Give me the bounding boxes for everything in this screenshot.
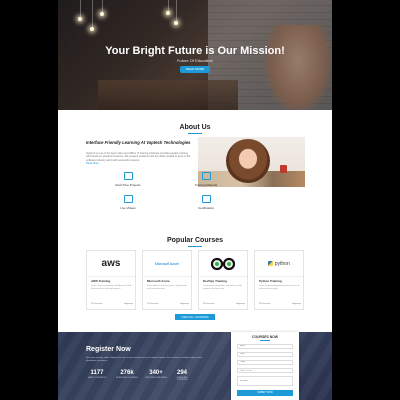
feature-projects: Real Time Projects (108, 172, 148, 187)
feature-certification: Certification (186, 195, 226, 210)
stat-graduates: 294 GRADUATE STUDENTS (176, 370, 188, 381)
about-heading: Interface Friendly Learning At Vaptech T… (86, 140, 191, 145)
courses-title: Popular Courses (166, 237, 223, 244)
book-icon (201, 172, 211, 180)
feature-material: Training Material (186, 172, 226, 187)
title-underline (188, 246, 202, 247)
video-icon (123, 195, 133, 203)
lamp-icon (166, 11, 170, 15)
lamp-icon (78, 17, 82, 21)
course-card-aws[interactable]: aws AWS Training Learn cloud computing w… (86, 250, 136, 310)
about-text: Vaptech is one of the best online and of… (86, 152, 191, 162)
course-card-python[interactable]: python Python Training Learn Python prog… (254, 250, 304, 310)
register-title: Register Now (86, 346, 131, 353)
lamp-icon (100, 12, 104, 16)
aws-logo: aws (87, 251, 135, 277)
projects-icon (123, 172, 133, 180)
hero-subtitle: Future Of Education (177, 58, 213, 63)
about-title: About Us (179, 124, 211, 131)
about-read-more-link[interactable]: Read More (86, 162, 99, 165)
course-card-azure[interactable]: Microsoft Azure Microsoft Azure Master A… (142, 250, 192, 310)
certificate-icon (201, 195, 211, 203)
message-field[interactable] (237, 376, 293, 386)
name-field[interactable] (237, 344, 293, 349)
page: Your Bright Future is Our Mission! Futur… (58, 0, 332, 400)
lamp-icon (90, 27, 94, 31)
lamp-icon (174, 21, 178, 25)
form-title: COURSES NOW (252, 335, 278, 339)
hero-title: Your Bright Future is Our Mission! (105, 45, 285, 57)
stat-students: 1177 HAPPY STUDENTS (87, 370, 107, 379)
submit-button[interactable]: SUBMIT NOW (237, 390, 293, 396)
course-select[interactable]: Select Course (237, 368, 293, 373)
stat-courses: 276k APPROVED COURSES (116, 370, 138, 379)
read-more-button[interactable]: READ MORE (180, 66, 210, 73)
register-text: Start your journey today. Register for o… (86, 357, 202, 362)
phone-field[interactable] (237, 360, 293, 365)
view-all-courses-button[interactable]: VIEW ALL COURSES (175, 314, 215, 320)
register-form: COURSES NOW Select Course SUBMIT NOW (231, 332, 299, 400)
email-field[interactable] (237, 352, 293, 357)
azure-logo: Microsoft Azure (143, 251, 191, 277)
hero-banner: Your Bright Future is Our Mission! Futur… (58, 0, 332, 110)
feature-videos: Live Videos (108, 195, 148, 210)
stat-teachers: 340+ CERTIFIED TEACHERS (145, 370, 167, 379)
devops-logo (199, 251, 247, 277)
title-underline (188, 133, 202, 134)
python-logo: python (255, 251, 303, 277)
course-card-devops[interactable]: DevOps Training Continuous integration a… (198, 250, 248, 310)
